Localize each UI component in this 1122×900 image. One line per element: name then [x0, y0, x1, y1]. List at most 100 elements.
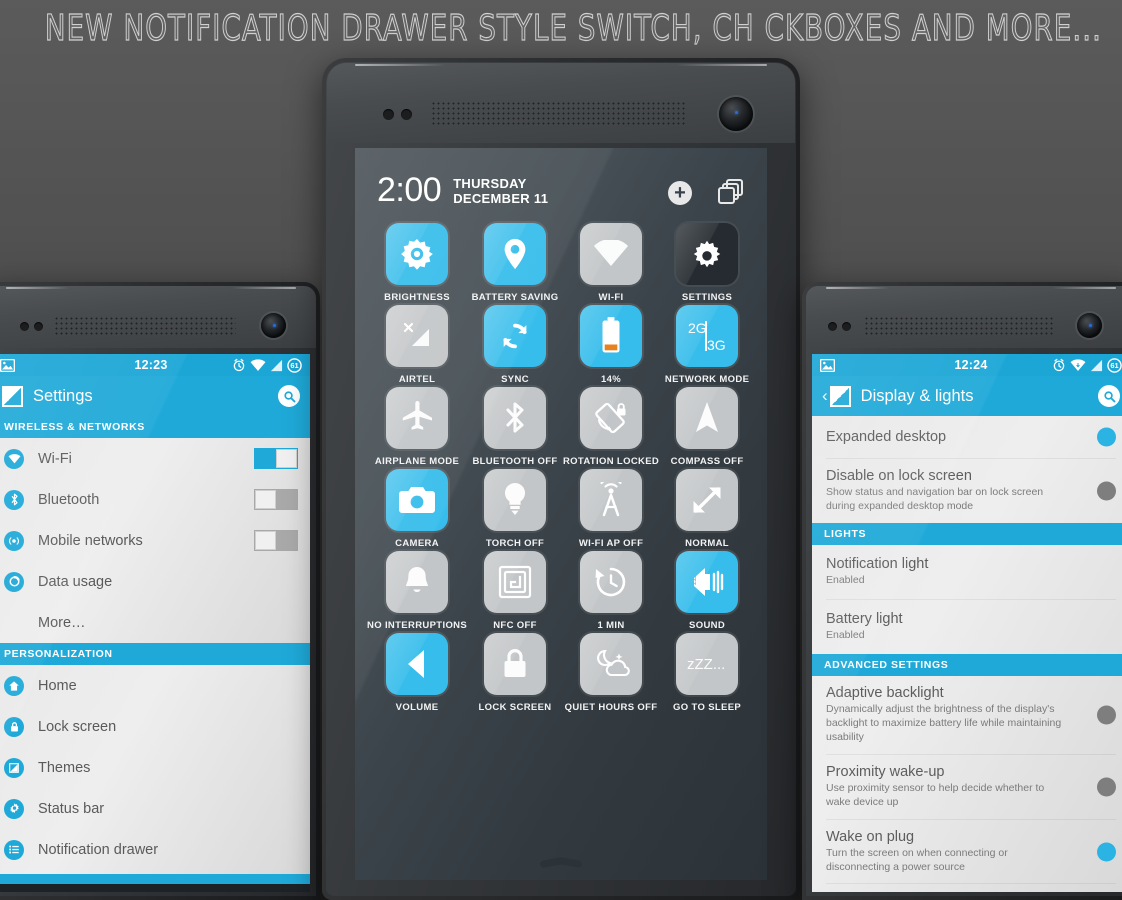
front-camera-icon — [719, 97, 753, 131]
tile-bluetooth[interactable]: BLUETOOTH OFF — [467, 386, 563, 467]
back-chevron-icon[interactable]: ‹ — [822, 386, 828, 406]
search-icon[interactable] — [278, 385, 300, 407]
list-item[interactable]: Notification drawer — [0, 829, 310, 870]
tile-network-mode[interactable]: 2G 3G NETWORK MODE — [659, 304, 755, 385]
list-item-subtitle: Enabled — [826, 573, 865, 586]
checkbox-dot[interactable] — [1097, 481, 1116, 501]
moon-cloud-icon — [580, 632, 643, 695]
drawer-date: THURSDAY DECEMBER 11 — [453, 176, 548, 207]
tile-volume[interactable]: VOLUME — [367, 632, 467, 713]
section-header-advanced: ADVANCED SETTINGS — [812, 653, 1122, 676]
tile-normal[interactable]: NORMAL — [659, 468, 755, 549]
list-item[interactable]: Data usage — [0, 561, 310, 602]
tile-label: NFC OFF — [493, 619, 537, 631]
tile-label: NO INTERRUPTIONS — [367, 619, 468, 631]
list-item[interactable]: Screen-off animation style — [812, 884, 1122, 892]
checkbox-dot[interactable] — [1097, 842, 1116, 862]
battery-icon: 61 — [1107, 357, 1122, 373]
svg-text:3G: 3G — [707, 337, 726, 353]
list-item[interactable]: Expanded desktop — [812, 416, 1122, 458]
tile-compass[interactable]: COMPASS OFF — [659, 386, 755, 467]
tile-wifi[interactable]: WI-FI — [563, 222, 659, 303]
list-item[interactable]: Status bar — [0, 788, 310, 829]
bluetooth-toggle[interactable] — [254, 489, 298, 510]
compass-icon — [676, 386, 739, 449]
left-status-bar-left — [0, 358, 15, 372]
expand-arrows-icon — [676, 468, 739, 531]
wifi-toggle[interactable] — [254, 448, 298, 469]
plus-icon[interactable]: + — [668, 180, 692, 205]
drawer-handle[interactable] — [540, 857, 582, 866]
checkbox-dot[interactable] — [1097, 777, 1116, 797]
tile-settings[interactable]: SETTINGS — [659, 222, 755, 303]
list-item-subtitle: Turn the screen on when connecting or di… — [826, 846, 1008, 873]
tile-wifi-ap[interactable]: WI-FI AP OFF — [563, 468, 659, 549]
list-item-label: Themes — [38, 759, 91, 776]
alarm-icon — [1052, 358, 1066, 372]
left-app-bar-title: Settings — [33, 386, 93, 405]
list-item[interactable]: More… — [0, 602, 310, 643]
tile-screen-timeout[interactable]: 1 MIN — [563, 550, 659, 631]
tile-airplane-mode[interactable]: AIRPLANE MODE — [367, 386, 467, 467]
tile-sound[interactable]: zZ SOUND — [659, 550, 755, 631]
list-item[interactable]: Disable on lock screen Show status and n… — [812, 459, 1122, 523]
light-sensor-icon — [401, 109, 412, 120]
tile-sync[interactable]: SYNC — [467, 304, 563, 385]
search-icon[interactable] — [1098, 385, 1120, 407]
left-list-personalization: Home Lock screen Themes Status bar Notif… — [0, 665, 310, 874]
padlock-icon — [484, 632, 546, 695]
list-item[interactable]: Themes — [0, 747, 310, 788]
checkbox-dot[interactable] — [1097, 427, 1116, 447]
tile-go-to-sleep[interactable]: zZZ... GO TO SLEEP — [659, 632, 755, 713]
list-item[interactable]: Battery light Enabled — [812, 600, 1122, 654]
copies-icon[interactable] — [718, 179, 745, 206]
tile-airtel[interactable]: AIRTEL — [367, 304, 467, 385]
right-status-bar-left — [820, 358, 835, 372]
list-item[interactable]: Adaptive backlight Dynamically adjust th… — [812, 676, 1122, 754]
list-item-title: Notification light — [826, 555, 929, 572]
left-list-wireless: Wi-Fi Bluetooth Mobile networks Data usa… — [0, 438, 310, 643]
tile-brightness[interactable]: BRIGHTNESS — [367, 222, 467, 303]
tile-rotation-locked[interactable]: ROTATION LOCKED — [563, 386, 659, 467]
list-item-label: Wi-Fi — [38, 450, 72, 467]
list-item[interactable]: Mobile networks — [0, 520, 310, 561]
tile-torch[interactable]: TORCH OFF — [467, 468, 563, 549]
tile-label: BRIGHTNESS — [384, 291, 450, 303]
tile-label: AIRTEL — [398, 373, 436, 385]
list-item[interactable]: Notification light Enabled — [812, 545, 1122, 599]
tile-battery-saving[interactable]: BATTERY SAVING — [467, 222, 563, 303]
list-item[interactable]: Bluetooth — [0, 479, 310, 520]
checkbox-dot[interactable] — [1097, 705, 1116, 725]
list-item[interactable]: Wake on plug Turn the screen on when con… — [812, 820, 1122, 884]
tile-battery[interactable]: 14% — [563, 304, 659, 385]
tile-nfc[interactable]: NFC OFF — [467, 550, 563, 631]
battery-icon: 61 — [287, 357, 302, 373]
gear-icon — [4, 798, 24, 819]
list-item[interactable]: Lock screen — [0, 706, 310, 747]
tile-label: WI-FI — [598, 291, 624, 303]
tile-lock-screen[interactable]: LOCK SCREEN — [467, 632, 563, 713]
tile-camera[interactable]: CAMERA — [367, 468, 467, 549]
mobile-networks-toggle[interactable] — [254, 530, 298, 551]
tile-label: NORMAL — [685, 537, 729, 549]
wifi-icon — [4, 448, 24, 469]
tile-label: BLUETOOTH OFF — [472, 455, 558, 467]
list-item-title: Expanded desktop — [826, 429, 947, 445]
earpiece-grille — [431, 101, 685, 126]
tile-quiet-hours[interactable]: QUIET HOURS OFF — [563, 632, 659, 713]
list-item[interactable]: Wi-Fi — [0, 438, 310, 479]
list-item[interactable]: Home — [0, 665, 310, 706]
bluetooth-icon — [4, 489, 24, 510]
sync-icon — [484, 304, 546, 367]
earpiece-grille — [54, 316, 236, 336]
tile-no-interruptions[interactable]: NO INTERRUPTIONS — [367, 550, 468, 631]
earpiece-grille — [864, 316, 1054, 336]
tile-label: VOLUME — [395, 701, 439, 713]
list-item-label: Lock screen — [38, 718, 117, 735]
right-app-bar-title: Display & lights — [860, 386, 974, 405]
list-item-subtitle: Dynamically adjust the brightness of the… — [826, 702, 1062, 743]
list-item[interactable]: Proximity wake-up Use proximity sensor t… — [812, 755, 1122, 819]
list-item-label: Notification drawer — [38, 841, 159, 858]
camera-icon — [386, 468, 449, 531]
themes-icon — [4, 757, 24, 778]
